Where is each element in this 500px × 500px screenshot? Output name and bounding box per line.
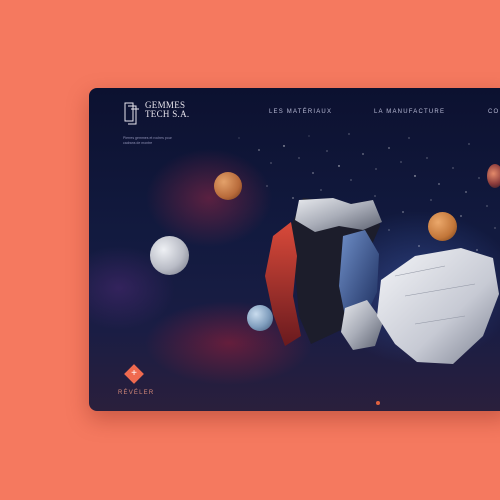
gemstone-rocks — [265, 198, 499, 364]
brand-name-line2: TECH S.A. — [145, 109, 190, 119]
partial-sphere-edge — [487, 164, 500, 188]
website-screen: GEMMES TECH S.A. Pierres gemmes et roche… — [89, 88, 500, 411]
slide-indicator-dot[interactable] — [376, 401, 380, 405]
reveal-button-label[interactable]: RÉVÉLER — [118, 390, 154, 396]
nav-item-manufacture[interactable]: LA MANUFACTURE — [374, 109, 445, 115]
nav-item-materiaux[interactable]: LES MATÉRIAUX — [269, 109, 332, 115]
logo-monogram-icon — [124, 102, 139, 125]
copper-sphere — [214, 172, 242, 200]
brand-tagline: Pierres gemmes et roches pour cadrans de… — [123, 136, 172, 145]
reveal-plus-icon[interactable]: + — [124, 364, 144, 384]
brand-logo[interactable]: GEMMES TECH S.A. — [123, 101, 189, 125]
silver-sphere — [150, 236, 189, 275]
nav-item-contact[interactable]: CO — [488, 109, 499, 115]
